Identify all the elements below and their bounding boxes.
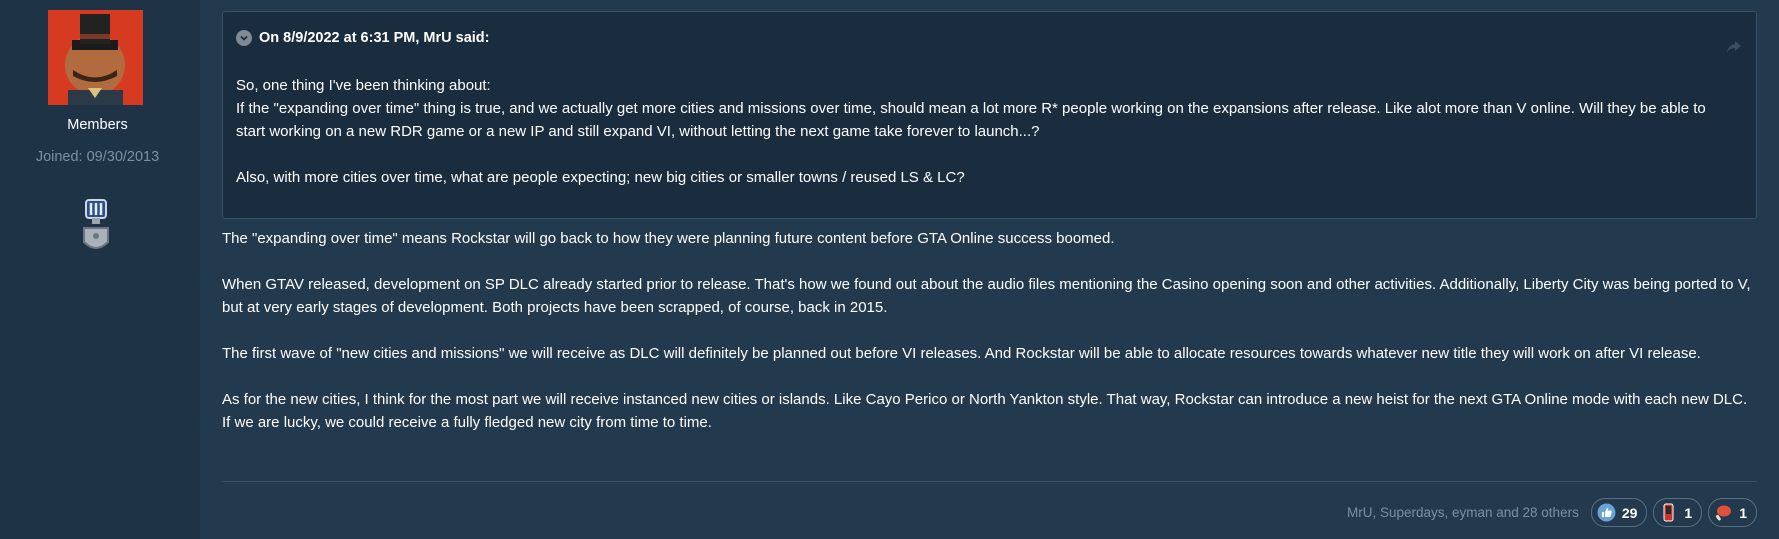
thumbs-up-icon [1597,503,1616,522]
reactions-summary[interactable]: MrU, Superdays, eyman and 28 others [1347,505,1579,520]
reaction-phone-count: 1 [1684,504,1693,521]
share-icon[interactable] [1726,40,1742,59]
chevron-down-icon[interactable] [236,30,252,46]
post-body: The "expanding over time" means Rockstar… [222,227,1757,457]
joined-date: Joined: 09/30/2013 [35,149,160,165]
quote-spacer [236,143,1736,166]
post-paragraph: The "expanding over time" means Rockstar… [222,230,1115,247]
reaction-like-count: 29 [1621,504,1638,521]
author-sidebar: Members Joined: 09/30/2013 [0,0,200,539]
reaction-meat-count: 1 [1739,504,1747,521]
quote-line: So, one thing I've been thinking about: [236,77,491,94]
rank-badge-icon [80,198,112,263]
quote-line: If the "expanding over time" thing is tr… [236,100,1706,140]
quote-attribution[interactable]: On 8/9/2022 at 6:31 PM, MrU said: [259,30,489,46]
phone-icon [1659,503,1678,522]
meat-icon [1714,503,1733,522]
avatar[interactable] [48,10,143,105]
post-arrow [186,9,200,33]
quote-line: Also, with more cities over time, what a… [236,169,965,186]
post-paragraph: The first wave of "new cities and missio… [222,345,1701,362]
quote-header[interactable]: On 8/9/2022 at 6:31 PM, MrU said: [236,30,489,46]
quote-text: So, one thing I've been thinking about: … [236,74,1736,189]
reaction-like[interactable]: 29 [1590,498,1648,527]
reaction-meat[interactable]: 1 [1708,498,1757,527]
post-paragraph: As for the new cities, I think for the m… [222,391,1748,431]
divider [222,481,1757,482]
reaction-phone[interactable]: 1 [1653,498,1703,527]
post-paragraph: When GTAV released, development on SP DL… [222,276,1751,316]
quote-block: On 8/9/2022 at 6:31 PM, MrU said: So, on… [222,11,1757,219]
reactions-bar: MrU, Superdays, eyman and 28 others 29 1… [1347,498,1757,527]
member-group: Members [67,117,128,133]
